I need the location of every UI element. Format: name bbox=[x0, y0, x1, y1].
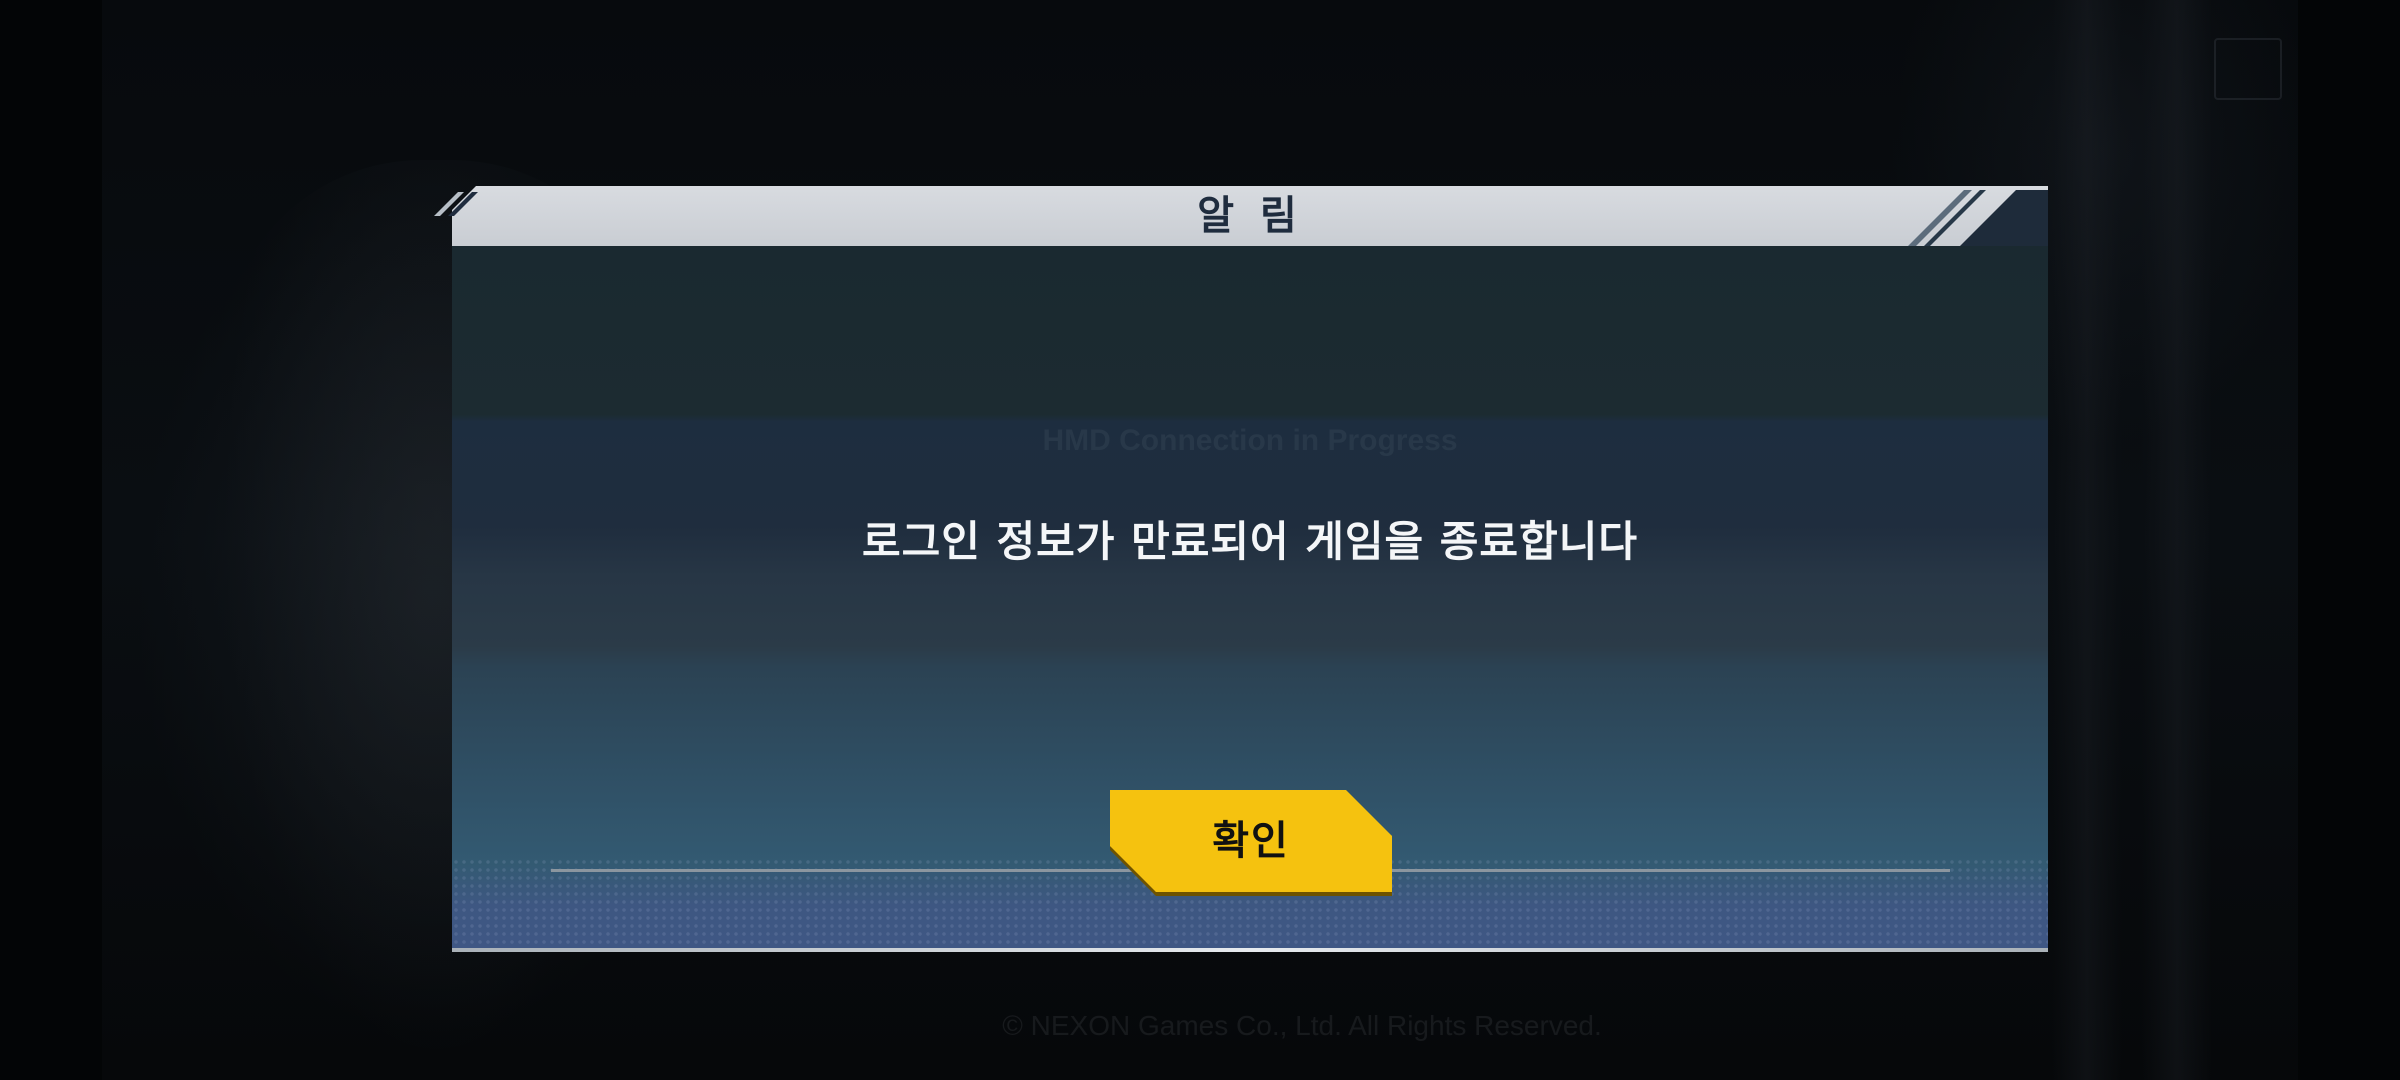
background-status-echo: HMD Connection in Progress bbox=[1042, 424, 1458, 457]
menu-icon bbox=[2214, 38, 2282, 100]
background-pillar bbox=[2142, 0, 2212, 1080]
confirm-button-label: 확인 bbox=[1212, 818, 1290, 864]
alert-dialog: 알 림 HMD Connection in Progress 로그인 정보가 만… bbox=[434, 186, 2048, 952]
background-pillar bbox=[2052, 0, 2122, 1080]
copyright-footer: © NEXON Games Co., Ltd. All Rights Reser… bbox=[1002, 1010, 1602, 1041]
dialog-message: 로그인 정보가 만료되어 게임을 종료합니다 bbox=[861, 517, 1638, 566]
dialog-bottom-edge bbox=[452, 948, 2048, 952]
dialog-title: 알 림 bbox=[1197, 193, 1303, 239]
game-screen: HMD Connection in Progress © NEXON Games… bbox=[0, 0, 2400, 1080]
confirm-button[interactable]: 확인 bbox=[1110, 790, 1392, 892]
